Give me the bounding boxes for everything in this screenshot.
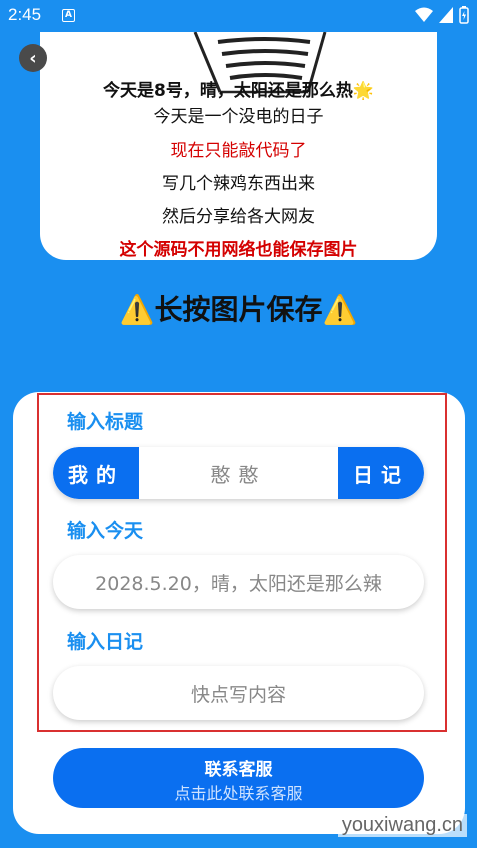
chevron-left-icon: ‹ bbox=[29, 47, 37, 69]
watermark: youxiwang.cn bbox=[337, 814, 467, 837]
title-input[interactable]: 憨憨 bbox=[139, 447, 338, 499]
preview-image[interactable]: 今天是8号，晴，太阳还是那么热🌟 今天是一个没电的日子 现在只能敲代码了 写几个… bbox=[40, 32, 437, 260]
diary-label: 输入日记 bbox=[67, 631, 144, 653]
preview-line-5: 然后分享给各大网友 bbox=[162, 207, 315, 227]
contact-subtitle: 点击此处联系客服 bbox=[174, 784, 303, 803]
diary-input[interactable]: 快点写内容 bbox=[53, 666, 424, 720]
preview-line-4: 写几个辣鸡东西出来 bbox=[162, 174, 315, 194]
battery-icon bbox=[459, 6, 469, 24]
today-input[interactable]: 2028.5.20，晴，太阳还是那么辣 bbox=[53, 555, 424, 609]
title-label: 输入标题 bbox=[67, 411, 144, 433]
status-bar: 2:45 A bbox=[0, 0, 477, 32]
title-input-row[interactable]: 我的 憨憨 日记 bbox=[53, 447, 424, 499]
preview-line-2: 今天是一个没电的日子 bbox=[153, 107, 324, 127]
preview-line-3: 现在只能敲代码了 bbox=[170, 141, 307, 161]
preview-line-1: 今天是8号，晴，太阳还是那么热🌟 bbox=[103, 81, 374, 101]
notification-icon: A bbox=[62, 9, 75, 22]
title-prefix: 我的 bbox=[53, 447, 139, 499]
status-time: 2:45 bbox=[8, 5, 42, 24]
contact-support-button[interactable]: 联系客服 点击此处联系客服 bbox=[53, 748, 424, 808]
today-label: 输入今天 bbox=[67, 520, 144, 542]
wifi-icon bbox=[415, 7, 433, 22]
save-hint-text: ⚠️长按图片保存⚠️ bbox=[119, 293, 358, 326]
form-card: 输入标题 我的 憨憨 日记 输入今天 2028.5.20，晴，太阳还是那么辣 输… bbox=[13, 392, 465, 834]
title-suffix: 日记 bbox=[338, 447, 424, 499]
contact-title: 联系客服 bbox=[204, 760, 273, 780]
signal-icon bbox=[439, 7, 453, 23]
back-button[interactable]: ‹ bbox=[19, 44, 47, 72]
status-icons bbox=[415, 6, 469, 24]
preview-line-6: 这个源码不用网络也能保存图片 bbox=[119, 240, 358, 260]
